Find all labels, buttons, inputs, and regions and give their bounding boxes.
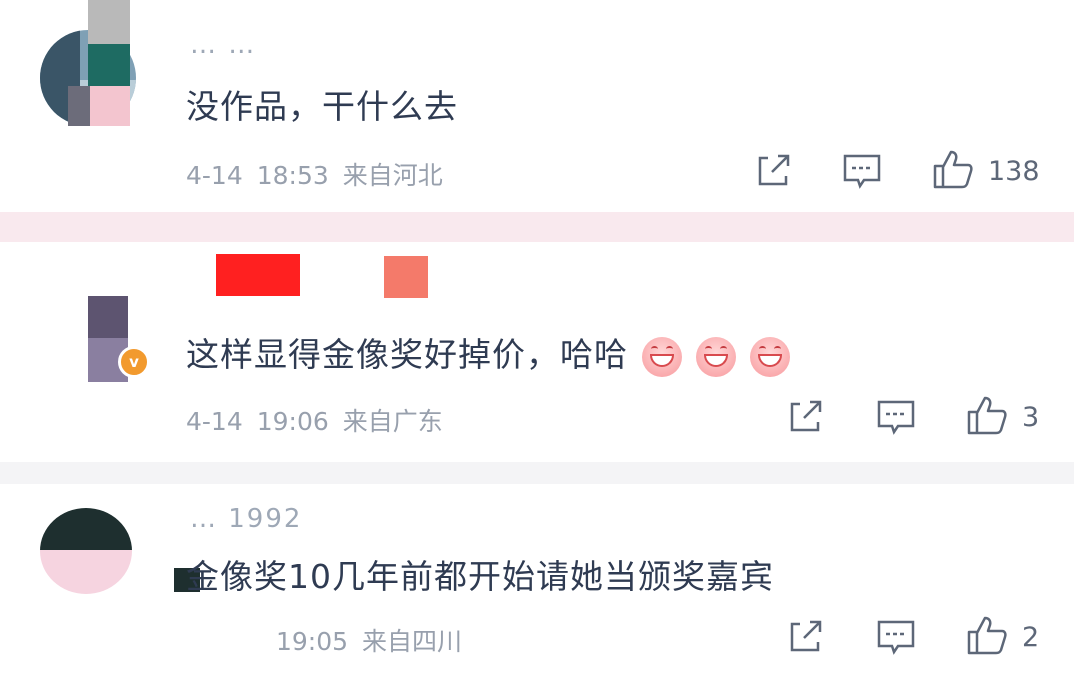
censor-block [68, 86, 90, 126]
censor-block [384, 256, 428, 298]
comment-location: 来自四川 [362, 627, 463, 656]
comment-date: 4-14 [186, 161, 243, 190]
comment-text: 没作品，干什么去 [186, 87, 458, 126]
censor-block [90, 86, 130, 126]
thumbs-up-icon[interactable] [932, 148, 974, 189]
thumbs-up-icon[interactable] [966, 394, 1008, 435]
like-count: 138 [988, 156, 1040, 187]
censor-block [88, 0, 130, 44]
avatar[interactable] [40, 508, 132, 594]
like-count: 2 [1022, 622, 1040, 653]
grin-emoji-icon [642, 336, 682, 377]
verified-badge: v [118, 346, 150, 378]
comment-icon[interactable] [842, 152, 882, 192]
comment-location: 来自河北 [342, 161, 443, 190]
comment-text: 这样显得金像奖好掉价，哈哈 [186, 328, 790, 377]
comment-date: 4-14 [186, 407, 243, 436]
grin-emoji-icon [696, 336, 736, 377]
censor-block [216, 254, 300, 296]
comment-text: 金像奖10几年前都开始请她当颁奖嘉宾 [186, 557, 774, 596]
comment-text-body: 这样显得金像奖好掉价，哈哈 [186, 335, 628, 374]
divider [0, 462, 1074, 484]
comment-icon[interactable] [876, 618, 916, 658]
thumbs-up-icon[interactable] [966, 614, 1008, 655]
username[interactable]: … 1992 [190, 504, 302, 534]
comment-card: … … 没作品，干什么去 4-14 18:53 来自河北 138 [0, 0, 1074, 212]
comment-time: 18:53 [256, 161, 329, 190]
comment-location: 来自广东 [342, 407, 443, 436]
comment-card: … 1992 金像奖10几年前都开始请她当颁奖嘉宾 19:05 来自四川 2 [0, 484, 1074, 682]
like-count: 3 [1022, 402, 1040, 433]
comment-meta: 19:05 来自四川 [186, 622, 476, 658]
comment-card: v 这样显得金像奖好掉价，哈哈 4-14 19:06 来自广东 3 [0, 242, 1074, 462]
username[interactable]: … … [190, 30, 256, 60]
comment-meta: 4-14 19:06 来自广东 [186, 402, 457, 438]
comment-meta: 4-14 18:53 来自河北 [186, 156, 457, 192]
share-icon[interactable] [754, 152, 792, 192]
comment-time: 19:06 [256, 407, 329, 436]
censor-block [88, 44, 130, 86]
divider [0, 212, 1074, 242]
comment-icon[interactable] [876, 398, 916, 438]
comment-time: 19:05 [276, 627, 349, 656]
grin-emoji-icon [750, 336, 790, 377]
share-icon[interactable] [786, 618, 824, 658]
share-icon[interactable] [786, 398, 824, 438]
